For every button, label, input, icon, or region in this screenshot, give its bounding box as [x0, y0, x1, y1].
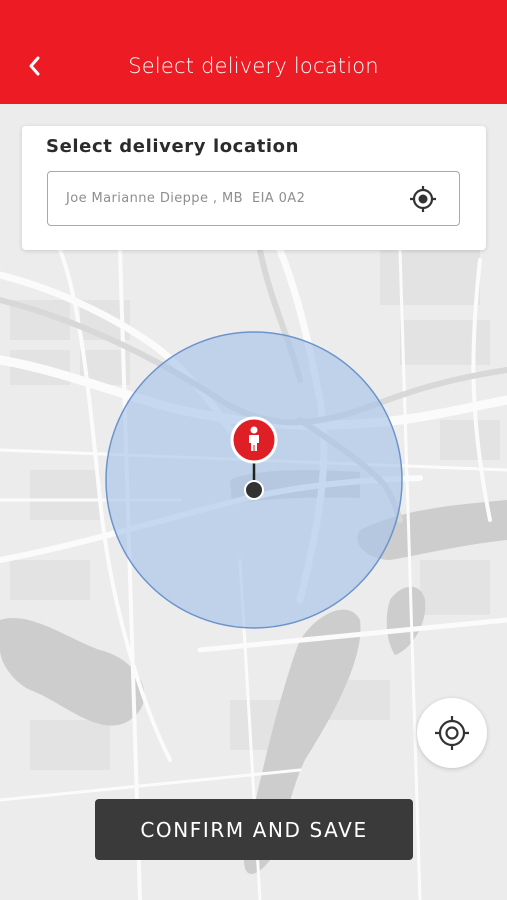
address-value: Joe Marianne Dieppe , MB EIA 0A2 — [66, 191, 306, 206]
card-title: Select delivery location — [46, 136, 300, 157]
my-location-button[interactable] — [417, 698, 487, 768]
confirm-and-save-button[interactable]: CONFIRM AND SAVE — [95, 799, 413, 860]
crosshair-icon[interactable] — [409, 185, 437, 213]
crosshair-icon — [435, 716, 469, 750]
address-input[interactable]: Joe Marianne Dieppe , MB EIA 0A2 — [47, 171, 460, 226]
app-header: Select delivery location — [0, 0, 507, 104]
page-title: Select delivery location — [128, 54, 379, 78]
delivery-location-card: Select delivery location Joe Marianne Di… — [22, 126, 486, 250]
